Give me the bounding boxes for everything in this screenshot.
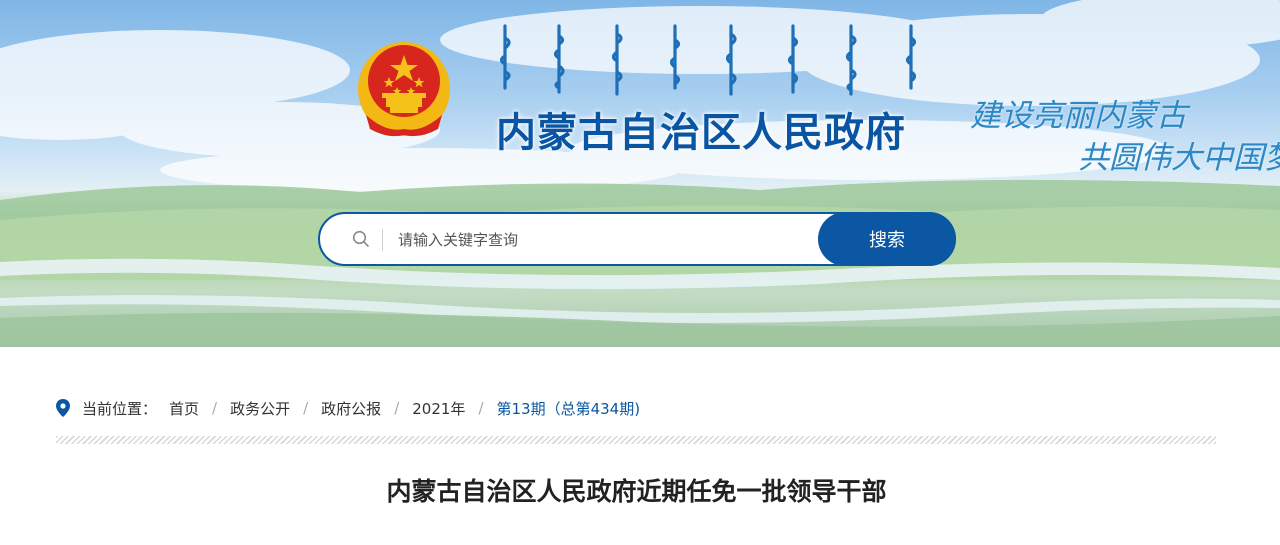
- breadcrumb-separator: /: [478, 399, 484, 417]
- breadcrumb-separator: /: [394, 399, 400, 417]
- search-input[interactable]: [396, 224, 820, 256]
- mongolian-title-script: [499, 24, 917, 96]
- breadcrumb-home[interactable]: 首页: [169, 398, 199, 419]
- search-bar: 搜索: [318, 212, 956, 266]
- breadcrumb: 当前位置： 首页 / 政务公开 / 政府公报 / 2021年 / 第13期（总第…: [56, 396, 640, 420]
- search-divider: [382, 229, 383, 251]
- breadcrumb-separator: /: [212, 399, 218, 417]
- search-icon: [352, 230, 369, 247]
- section-divider: [56, 436, 1216, 444]
- breadcrumb-item-issue[interactable]: 第13期（总第434期): [497, 398, 641, 419]
- slogan-line-1: 建设亮丽内蒙古: [970, 98, 1187, 134]
- breadcrumb-separator: /: [303, 399, 309, 417]
- national-emblem-icon: [358, 42, 450, 137]
- breadcrumb-item-gazette[interactable]: 政府公报: [321, 398, 381, 419]
- breadcrumb-label: 当前位置：: [82, 399, 158, 418]
- header-banner: 内蒙古自治区人民政府 建设亮丽内蒙古 共圆伟大中国梦 搜索: [0, 0, 1280, 347]
- site-title: 内蒙古自治区人民政府: [496, 110, 906, 156]
- breadcrumb-item-gov-affairs[interactable]: 政务公开: [230, 398, 290, 419]
- location-pin-icon: [56, 399, 70, 417]
- breadcrumb-item-year[interactable]: 2021年: [412, 398, 465, 419]
- slogan-line-2: 共圆伟大中国梦: [1078, 140, 1280, 176]
- search-button[interactable]: 搜索: [818, 212, 956, 266]
- article-title: 内蒙古自治区人民政府近期任免一批领导干部: [386, 477, 887, 506]
